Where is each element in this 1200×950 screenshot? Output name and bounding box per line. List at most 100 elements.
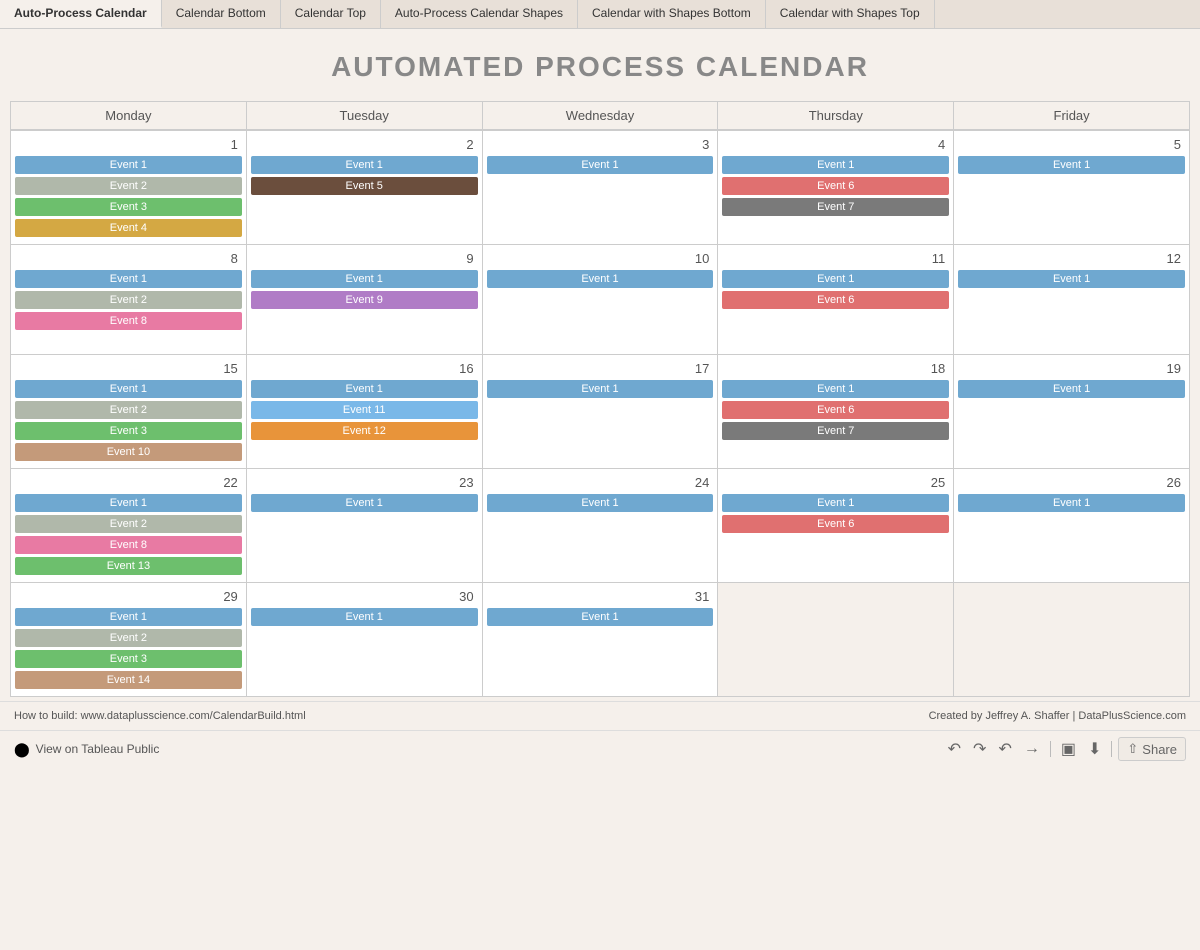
event-bar[interactable]: Event 6 [722,177,949,195]
tab-auto-process-calendar[interactable]: Auto-Process Calendar [0,0,162,28]
event-bar[interactable]: Event 11 [251,401,478,419]
header-tuesday: Tuesday [247,101,483,130]
event-bar[interactable]: Event 8 [15,536,242,554]
event-bar[interactable]: Event 1 [251,608,478,626]
event-bar[interactable]: Event 1 [958,270,1185,288]
page-title: AUTOMATED PROCESS CALENDAR [0,29,1200,101]
calendar-grid: 1Event 1Event 2Event 3Event 42Event 1Eve… [10,130,1190,697]
event-bar[interactable]: Event 9 [251,291,478,309]
event-bar[interactable]: Event 1 [722,494,949,512]
calendar-cell: 16Event 1Event 11Event 12 [247,355,483,469]
event-bar[interactable]: Event 1 [958,494,1185,512]
event-bar[interactable]: Event 2 [15,629,242,647]
event-bar[interactable]: Event 6 [722,515,949,533]
calendar-cell: 3Event 1 [483,131,719,245]
calendar-cell: 19Event 1 [954,355,1190,469]
back-button[interactable]: ↶ [994,737,1015,761]
calendar-cell: 10Event 1 [483,245,719,355]
event-bar[interactable]: Event 1 [15,156,242,174]
calendar-cell: 4Event 1 Event 6 Event 7 [718,131,954,245]
day-number: 17 [487,359,714,380]
event-bar[interactable]: Event 1 [15,270,242,288]
event-bar[interactable]: Event 12 [251,422,478,440]
event-bar[interactable]: Event 4 [15,219,242,237]
event-bar[interactable]: Event 1 [251,270,478,288]
event-bar[interactable]: Event 3 [15,650,242,668]
event-bar[interactable]: Event 6 [722,401,949,419]
event-bar[interactable]: Event 6 [722,291,949,309]
day-number: 31 [487,587,714,608]
toolbar-divider [1050,741,1051,757]
calendar-cell [718,583,954,697]
event-bar[interactable]: Event 7 [722,198,949,216]
event-bar[interactable]: Event 1 [722,380,949,398]
calendar-cell: 26Event 1 [954,469,1190,583]
tableau-icon: ⬤ [14,741,30,758]
calendar-cell: 1Event 1 Event 2 Event 3 Event 4 [11,131,247,245]
event-bar[interactable]: Event 1 [15,608,242,626]
calendar-cell: 24Event 1 [483,469,719,583]
event-bar[interactable]: Event 2 [15,401,242,419]
event-bar[interactable]: Event 1 [15,494,242,512]
event-bar[interactable]: Event 8 [15,312,242,330]
day-number: 19 [958,359,1185,380]
day-number: 9 [251,249,478,270]
day-number: 4 [722,135,949,156]
fullscreen-button[interactable]: ▣ [1057,737,1080,761]
tab-bar: Auto-Process Calendar Calendar Bottom Ca… [0,0,1200,29]
event-bar[interactable]: Event 1 [251,494,478,512]
calendar-cell: 11Event 1 Event 6 [718,245,954,355]
tab-calendar-shapes-top[interactable]: Calendar with Shapes Top [766,0,935,28]
day-number: 25 [722,473,949,494]
event-bar[interactable]: Event 1 [958,380,1185,398]
undo-button[interactable]: ↶ [944,737,965,761]
event-bar[interactable]: Event 2 [15,515,242,533]
tab-auto-process-calendar-shapes[interactable]: Auto-Process Calendar Shapes [381,0,578,28]
event-bar[interactable]: Event 5 [251,177,478,195]
day-headers: Monday Tuesday Wednesday Thursday Friday [10,101,1190,130]
event-bar[interactable]: Event 13 [15,557,242,575]
day-number: 11 [722,249,949,270]
event-bar[interactable]: Event 1 [487,156,714,174]
event-bar[interactable]: Event 1 [487,608,714,626]
event-bar[interactable]: Event 1 [251,156,478,174]
day-number: 1 [15,135,242,156]
day-number: 15 [15,359,242,380]
event-bar[interactable]: Event 1 [487,380,714,398]
event-bar[interactable]: Event 1 [958,156,1185,174]
event-bar[interactable]: Event 2 [15,177,242,195]
calendar-cell: 22Event 1Event 2Event 8Event 13 [11,469,247,583]
share-button[interactable]: ⇧ Share [1118,737,1186,761]
event-bar[interactable]: Event 1 [722,156,949,174]
event-bar[interactable]: Event 14 [15,671,242,689]
event-bar[interactable]: Event 1 [251,380,478,398]
day-number: 2 [251,135,478,156]
calendar-container: Monday Tuesday Wednesday Thursday Friday… [0,101,1200,697]
download-button[interactable]: ⬇ [1084,737,1105,761]
toolbar-divider-2 [1111,741,1112,757]
share-label: Share [1142,742,1177,757]
event-bar[interactable]: Event 2 [15,291,242,309]
event-bar[interactable]: Event 3 [15,198,242,216]
view-public-area[interactable]: ⬤ View on Tableau Public [14,741,159,758]
event-bar[interactable]: Event 10 [15,443,242,461]
tab-calendar-shapes-bottom[interactable]: Calendar with Shapes Bottom [578,0,766,28]
event-bar[interactable]: Event 1 [15,380,242,398]
tab-calendar-top[interactable]: Calendar Top [281,0,381,28]
calendar-cell: 29Event 1Event 2Event 3Event 14 [11,583,247,697]
forward-button[interactable]: → [1020,738,1044,760]
event-bar[interactable]: Event 1 [722,270,949,288]
event-bar[interactable]: Event 3 [15,422,242,440]
header-wednesday: Wednesday [483,101,719,130]
tab-calendar-bottom[interactable]: Calendar Bottom [162,0,281,28]
calendar-cell: 30Event 1 [247,583,483,697]
view-public-label[interactable]: View on Tableau Public [36,742,160,756]
redo-button[interactable]: ↷ [969,737,990,761]
day-number: 30 [251,587,478,608]
event-bar[interactable]: Event 7 [722,422,949,440]
event-bar[interactable]: Event 1 [487,270,714,288]
calendar-cell: 8Event 1Event 2Event 8 [11,245,247,355]
calendar-cell: 9Event 1 Event 9 [247,245,483,355]
share-icon: ⇧ [1127,741,1138,757]
event-bar[interactable]: Event 1 [487,494,714,512]
